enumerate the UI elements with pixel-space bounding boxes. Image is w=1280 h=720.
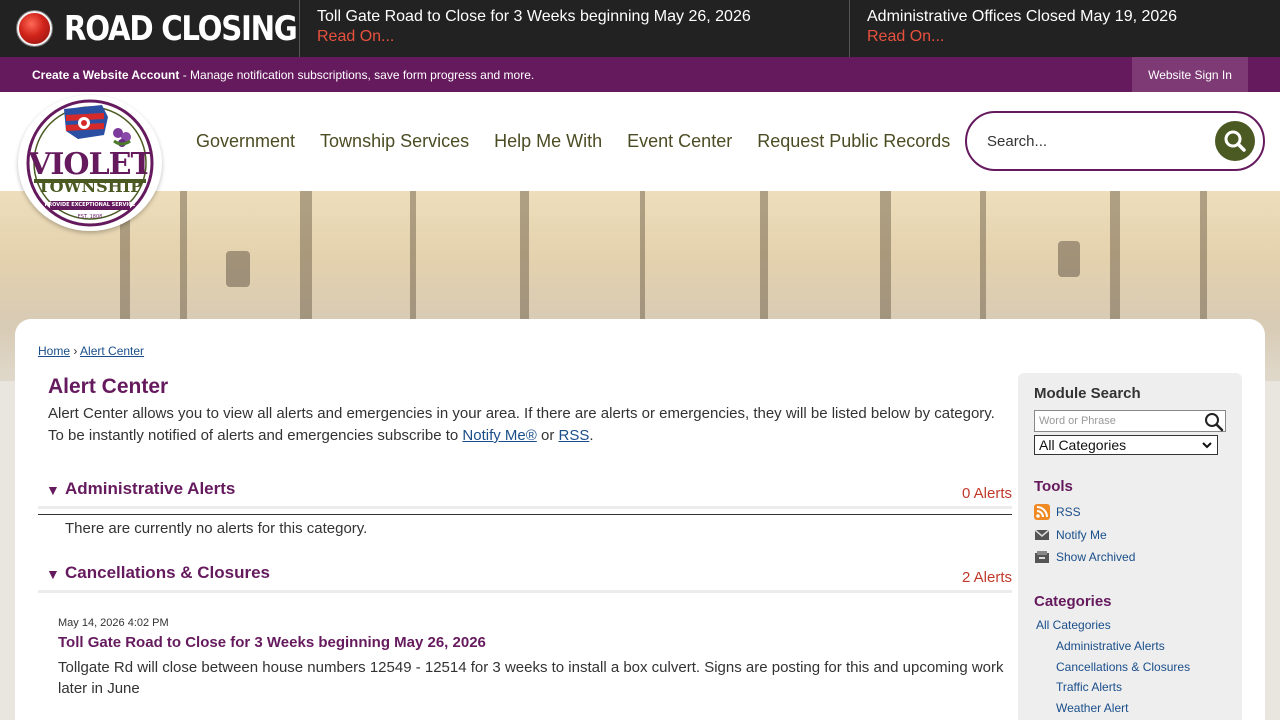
module-search-heading: Module Search [1034,385,1141,402]
search-button[interactable] [1215,121,1255,161]
alert-label: ROAD CLOSING [0,0,300,57]
breadcrumb-home[interactable]: Home [38,344,70,358]
category-header-cancellations[interactable]: ▼ Cancellations & Closures 2 Alerts [38,563,1012,593]
collapse-toggle-icon[interactable]: ▼ [46,482,60,498]
rss-link[interactable]: RSS [559,427,590,444]
category-select-value: All Categories [1039,437,1127,453]
breadcrumb-separator: › [73,344,78,358]
nav-help-me-with[interactable]: Help Me With [494,131,602,152]
logo-text-township: TOWNSHIP [37,177,143,196]
rss-icon [1034,504,1050,520]
category-header-administrative[interactable]: ▼ Administrative Alerts 0 Alerts [38,479,1012,509]
site-search [965,111,1265,171]
read-on-link[interactable]: Read On... [317,27,849,47]
page-intro: Alert Center allows you to view all aler… [48,403,1008,447]
alert-count: 2 Alerts [961,569,1012,586]
nav-request-public-records[interactable]: Request Public Records [757,131,950,152]
module-search-icon[interactable] [1204,412,1224,432]
page-title: Alert Center [48,375,169,398]
tool-show-archived[interactable]: Show Archived [1034,549,1135,565]
archive-icon [1035,551,1049,563]
alert-item-title: Administrative Offices Closed May 19, 20… [867,8,1178,25]
alert-count: 0 Alerts [961,485,1012,502]
alert-date: May 14, 2026 4:02 PM [58,617,169,629]
category-link-weather[interactable]: Weather Alert [1056,701,1128,715]
tool-notify-me[interactable]: Notify Me [1034,527,1107,543]
account-bar: Create a Website Account - Manage notifi… [0,57,1280,92]
intro-or: or [536,427,559,444]
collapse-toggle-icon[interactable]: ▼ [46,566,60,582]
category-link-all[interactable]: All Categories [1036,618,1111,632]
website-sign-in-button[interactable]: Website Sign In [1132,57,1248,92]
categories-heading: Categories [1034,593,1112,610]
nav-event-center[interactable]: Event Center [627,131,732,152]
category-title[interactable]: Cancellations & Closures [65,563,270,583]
account-text: Create a Website Account - Manage notifi… [0,68,534,82]
intro-period: . [589,427,594,444]
alert-title: ROAD CLOSING [64,8,298,49]
category-title[interactable]: Administrative Alerts [65,479,235,499]
no-alerts-message: There are currently no alerts for this c… [65,520,368,537]
tool-label[interactable]: Show Archived [1056,550,1135,564]
category-link-cancellations[interactable]: Cancellations & Closures [1056,660,1190,674]
chevron-down-icon [1202,442,1212,449]
tool-rss[interactable]: RSS [1034,504,1081,520]
category-select[interactable]: All Categories [1034,435,1218,455]
breadcrumb: Home › Alert Center [38,344,144,358]
alert-title-link[interactable]: Toll Gate Road to Close for 3 Weeks begi… [58,634,486,651]
search-icon [1224,130,1246,152]
emergency-alert-bar: ROAD CLOSING Toll Gate Road to Close for… [0,0,1280,57]
breadcrumb-alert-center[interactable]: Alert Center [80,344,144,358]
notify-me-link[interactable]: Notify Me® [462,427,536,444]
alert-description: Tollgate Rd will close between house num… [58,659,1004,697]
nav-township-services[interactable]: Township Services [320,131,469,152]
tool-label[interactable]: Notify Me [1056,528,1107,542]
section-divider [38,514,1012,515]
alert-item: Toll Gate Road to Close for 3 Weeks begi… [300,0,850,57]
siren-light-icon [17,11,52,46]
logo-established: EST. 1808 [77,214,103,220]
township-logo[interactable]: VIOLET TOWNSHIP PROVIDE EXCEPTIONAL SERV… [18,95,162,231]
alert-item: Administrative Offices Closed May 19, 20… [850,0,1280,57]
main-navigation: Government Township Services Help Me Wit… [196,92,975,191]
envelope-icon [1034,529,1050,540]
module-search-input[interactable] [1034,410,1226,432]
read-on-link[interactable]: Read On... [867,27,1280,47]
logo-tagline: PROVIDE EXCEPTIONAL SERVICE [44,202,136,208]
category-link-administrative[interactable]: Administrative Alerts [1056,639,1165,653]
create-account-link[interactable]: Create a Website Account [32,68,179,82]
alert-item-title: Toll Gate Road to Close for 3 Weeks begi… [317,8,751,25]
nav-government[interactable]: Government [196,131,295,152]
category-link-traffic[interactable]: Traffic Alerts [1056,680,1122,694]
tool-label[interactable]: RSS [1056,505,1081,519]
account-description: - Manage notification subscriptions, sav… [179,67,535,82]
search-input[interactable] [987,113,1207,169]
tools-heading: Tools [1034,478,1073,495]
